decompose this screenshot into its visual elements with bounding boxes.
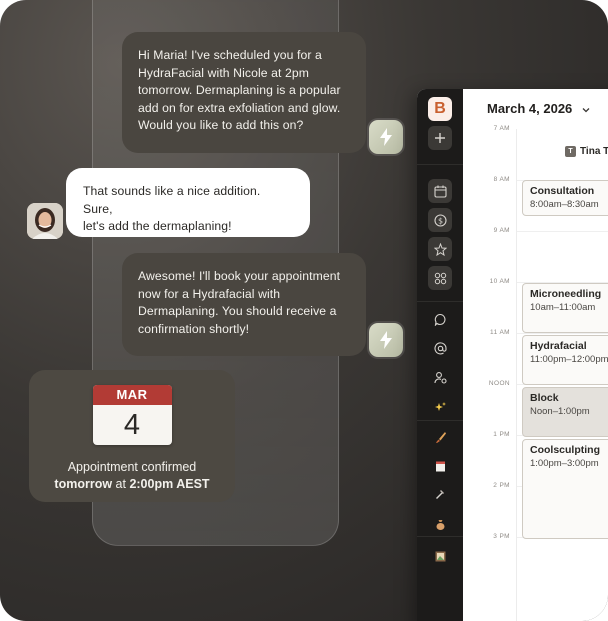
notepad-icon[interactable]	[428, 454, 452, 478]
app-sidebar: B $	[417, 89, 463, 621]
time-label: 1 PM	[493, 431, 510, 438]
time-label: NOON	[488, 380, 510, 387]
calendar-day-grid: 7 AM 8 AM 9 AM 10 AM 11 AM NOON 1 PM 2 P…	[463, 125, 608, 621]
appointment-name: Block	[530, 392, 559, 404]
at-sign-icon[interactable]	[428, 336, 452, 360]
calendar-header: March 4, 2026	[463, 89, 608, 129]
calendar-date-icon: MAR 4	[92, 385, 172, 445]
ai-assistant-bolt-icon	[369, 120, 403, 154]
ai-message-bubble: Hi Maria! I've scheduled you for a Hydra…	[122, 32, 366, 153]
staff-initial-badge: T	[565, 146, 576, 157]
appointment-block[interactable]: Coolsculpting 1:00pm–3:00pm	[522, 439, 608, 539]
staff-name: Tina T	[580, 146, 608, 157]
appointment-name: Consultation	[530, 185, 595, 197]
ai-assistant-bolt-icon	[369, 323, 403, 357]
appointment-block[interactable]: Consultation 8:00am–8:30am	[522, 180, 608, 216]
apps-grid-icon[interactable]	[428, 266, 452, 290]
ai-message-bubble: Awesome! I'll book your appointment now …	[122, 253, 366, 356]
calendar-day: 4	[123, 409, 141, 441]
date-title[interactable]: March 4, 2026	[487, 101, 572, 116]
user-settings-icon[interactable]	[428, 365, 452, 389]
star-icon[interactable]	[428, 237, 452, 261]
appointment-name: Microneedling	[530, 288, 602, 300]
user-avatar	[27, 203, 63, 239]
confirmation-time: tomorrow at 2:00pm AEST	[54, 477, 210, 491]
brush-icon[interactable]	[428, 425, 452, 449]
framed-picture-icon[interactable]	[428, 544, 452, 568]
time-label: 2 PM	[493, 482, 510, 489]
scene-background: Hi Maria! I've scheduled you for a Hydra…	[0, 0, 608, 621]
appointment-time: 8:00am–8:30am	[530, 199, 599, 210]
appointment-time: 1:00pm–3:00pm	[530, 458, 599, 469]
appointment-block[interactable]: Hydrafacial 11:00pm–12:00pm	[522, 335, 608, 385]
appointment-time: 10am–11:00am	[530, 302, 596, 313]
time-label: 7 AM	[493, 125, 510, 132]
time-label: 11 AM	[490, 329, 510, 336]
dollar-icon[interactable]: $	[428, 208, 452, 232]
chat-icon[interactable]	[428, 307, 452, 331]
calendar-icon[interactable]	[428, 179, 452, 203]
add-icon[interactable]	[428, 126, 452, 150]
chevron-down-icon[interactable]	[581, 102, 591, 120]
staff-column-header[interactable]: T Tina T	[565, 146, 608, 157]
appointment-name: Coolsculpting	[530, 444, 600, 456]
time-label: 8 AM	[493, 176, 510, 183]
user-message-bubble: That sounds like a nice addition. Sure, …	[66, 168, 310, 237]
time-label: 9 AM	[493, 227, 510, 234]
appointment-block[interactable]: Microneedling 10am–11:00am	[522, 283, 608, 333]
blocked-time-slot[interactable]: Block Noon–1:00pm	[522, 387, 608, 437]
hammer-icon[interactable]	[428, 482, 452, 506]
appointment-time: Noon–1:00pm	[530, 406, 590, 417]
appointment-confirmation-card: MAR 4 Appointment confirmed tomorrow at …	[29, 370, 235, 502]
sparkles-icon[interactable]	[428, 395, 452, 419]
time-column: 7 AM 8 AM 9 AM 10 AM 11 AM NOON 1 PM 2 P…	[463, 125, 517, 621]
calendar-month: MAR	[92, 385, 172, 405]
time-label: 3 PM	[493, 533, 510, 540]
calendar-app-window: B $ March 4, 2026 7 AM 8 AM 9 AM 10 AM 1…	[417, 89, 608, 621]
time-label: 10 AM	[489, 278, 510, 285]
appointment-time: 11:00pm–12:00pm	[530, 354, 608, 365]
brand-logo[interactable]: B	[428, 97, 452, 121]
appointment-name: Hydrafacial	[530, 340, 587, 352]
money-bag-icon[interactable]	[428, 512, 452, 536]
confirmation-title: Appointment confirmed	[67, 460, 197, 474]
svg-text:$: $	[437, 216, 442, 225]
